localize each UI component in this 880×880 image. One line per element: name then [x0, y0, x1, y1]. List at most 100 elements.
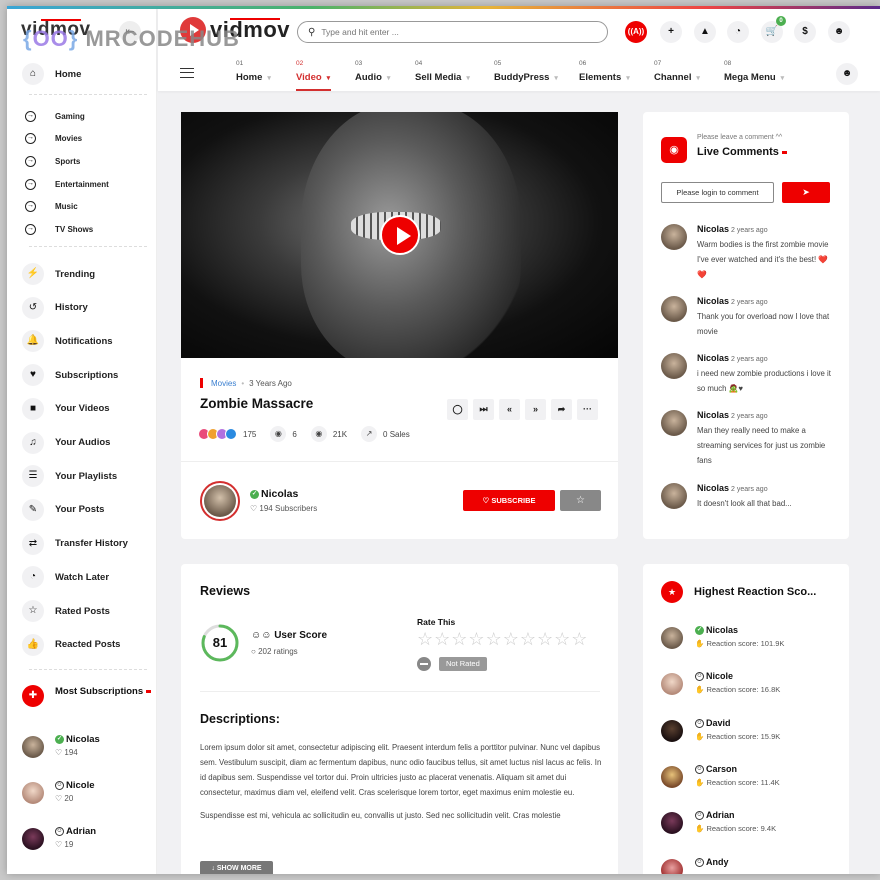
avatar[interactable] — [661, 410, 687, 436]
more-options-icon[interactable]: ··· — [577, 399, 598, 420]
sidebar-item-home[interactable]: ⌂ Home — [22, 62, 81, 86]
sidebar-item-label: Your Videos — [55, 403, 110, 415]
rating-star[interactable]: ☆ — [417, 630, 433, 648]
sidebar-category-item[interactable]: → Entertainment — [25, 177, 109, 191]
avatar[interactable] — [22, 828, 44, 850]
category-link[interactable]: Movies — [211, 379, 236, 388]
search-bar[interactable]: ⚲ — [297, 21, 608, 43]
play-button[interactable] — [380, 215, 420, 255]
nav-item-video[interactable]: 02 Video — [296, 60, 332, 91]
sidebar-item[interactable]: ✎ Your Posts — [22, 498, 104, 522]
rating-stars[interactable]: ☆ ☆ ☆ ☆ ☆ ☆ ☆ ☆ ☆ ☆ — [417, 630, 587, 648]
rating-star[interactable]: ☆ — [434, 630, 450, 648]
rating-star[interactable]: ☆ — [571, 630, 587, 648]
next-video-icon[interactable]: ⏭ — [473, 399, 494, 420]
nav-item-buddypress[interactable]: 05 BuddyPress — [494, 60, 558, 90]
sidebar-item[interactable]: 👍 Reacted Posts — [22, 633, 120, 657]
avatar[interactable] — [661, 296, 687, 322]
reaction-leader-item[interactable]: ☺ David ✋ Reaction score: 15.9K — [661, 718, 831, 748]
sidebar-item[interactable]: ↺ History — [22, 296, 88, 320]
user-settings-icon[interactable]: ☻ — [828, 21, 850, 43]
channel-name[interactable]: ✓ Nicolas — [250, 488, 298, 500]
lightbulb-icon[interactable]: ◯ — [447, 399, 468, 420]
avatar[interactable] — [661, 719, 683, 742]
reaction-leader-item[interactable]: ☺ Nicole ✋ Reaction score: 16.8K — [661, 671, 831, 701]
cart-icon[interactable]: 🛒 0 — [761, 16, 786, 43]
most-subscribed-user[interactable]: ✓ Nicolas ♡ 194 — [22, 734, 100, 766]
reaction-leader-item[interactable]: ✓ Nicolas ✋ Reaction score: 101.9K — [661, 625, 831, 655]
dollar-icon[interactable]: $ — [794, 21, 816, 43]
sidebar-category-item[interactable]: → TV Shows — [25, 223, 93, 237]
avatar[interactable] — [661, 765, 683, 788]
reaction-leader-item[interactable]: ☺ Andy — [661, 857, 831, 874]
avatar[interactable] — [661, 627, 683, 649]
comment-author[interactable]: Nicolas — [697, 483, 729, 493]
rating-star[interactable]: ☆ — [486, 630, 502, 648]
most-subscribed-user[interactable]: ☺ Adrian ♡ 19 — [22, 826, 96, 858]
sidebar-category-item[interactable]: → Music — [25, 200, 78, 214]
comment-author[interactable]: Nicolas — [697, 410, 729, 420]
sidebar-category-item[interactable]: → Movies — [25, 132, 82, 146]
rating-star[interactable]: ☆ — [537, 630, 553, 648]
video-player[interactable] — [181, 112, 618, 358]
show-more-button[interactable]: ↓ SHOW MORE — [200, 861, 273, 874]
reaction-icons[interactable] — [198, 428, 237, 440]
avatar[interactable] — [661, 353, 687, 379]
avatar[interactable] — [661, 673, 683, 696]
live-broadcast-button[interactable]: ((A)) — [625, 21, 647, 43]
reaction-leader-item[interactable]: ☺ Adrian ✋ Reaction score: 9.4K — [661, 810, 831, 840]
next-icon[interactable]: » — [525, 399, 546, 420]
clear-rating-icon[interactable] — [417, 657, 431, 671]
sidebar-item[interactable]: ☆ Rated Posts — [22, 599, 110, 623]
nav-item-sell-media[interactable]: 04 Sell Media — [415, 60, 470, 90]
sidebar-item[interactable]: ◔ Watch Later — [22, 565, 109, 589]
watch-later-clock-icon[interactable]: ◔ — [727, 21, 749, 43]
most-subscribed-user[interactable]: ☺ Nicole ♡ 20 — [22, 780, 95, 812]
comment-author[interactable]: Nicolas — [697, 296, 729, 306]
rating-star[interactable]: ☆ — [503, 630, 519, 648]
nav-item-audio[interactable]: 03 Audio — [355, 60, 390, 90]
nav-item-mega-menu[interactable]: 08 Mega Menu — [724, 60, 784, 90]
search-input[interactable] — [321, 27, 582, 37]
sidebar-item[interactable]: 🔔 Notifications — [22, 329, 113, 353]
share-icon[interactable]: ➦ — [551, 399, 572, 420]
search-icon: ⚲ — [308, 26, 316, 38]
sidebar-item[interactable]: ⇄ Transfer History — [22, 532, 128, 556]
sidebar-item[interactable]: ⚡ Trending — [22, 262, 95, 286]
avatar[interactable] — [22, 782, 44, 804]
channel-avatar[interactable] — [200, 481, 240, 521]
comment-author[interactable]: Nicolas — [697, 224, 729, 234]
nav-item-elements[interactable]: 06 Elements — [579, 60, 630, 90]
arrow-right-circle-icon: → — [25, 201, 36, 213]
rating-star[interactable]: ☆ — [554, 630, 570, 648]
send-comment-button[interactable]: ➤ — [782, 182, 830, 203]
previous-icon[interactable]: « — [499, 399, 520, 420]
subscribe-button[interactable]: ♡ SUBSCRIBE — [463, 490, 555, 511]
app-window: vidmov ⇤ ⌂ Home → Gaming → Movies → Spor… — [7, 6, 880, 874]
sidebar-item[interactable]: ☰ Your Playlists — [22, 464, 117, 488]
rating-star[interactable]: ☆ — [451, 630, 467, 648]
sidebar-item[interactable]: ♫ Your Audios — [22, 431, 110, 455]
login-to-comment-button[interactable]: Please login to comment — [661, 182, 774, 203]
favorite-star-button[interactable]: ☆ — [560, 490, 601, 511]
sidebar-item[interactable]: ♥ Subscriptions — [22, 363, 118, 387]
sidebar-item[interactable]: ■ Your Videos — [22, 397, 110, 421]
nav-item-channel[interactable]: 07 Channel — [654, 60, 700, 90]
avatar[interactable] — [661, 858, 683, 874]
hamburger-menu-icon[interactable] — [180, 68, 194, 78]
rating-star[interactable]: ☆ — [520, 630, 536, 648]
most-subscriptions-header: ✚ Most Subscriptions — [22, 685, 152, 707]
avatar[interactable] — [661, 483, 687, 509]
comment-author[interactable]: Nicolas — [697, 353, 729, 363]
avatar[interactable] — [661, 812, 683, 835]
nav-item-home[interactable]: 01 Home — [236, 60, 271, 90]
add-button[interactable]: + — [660, 21, 682, 43]
user-account-icon[interactable]: ☻ — [836, 63, 858, 85]
notifications-bell-icon[interactable]: ▲ — [694, 21, 716, 43]
sidebar-category-item[interactable]: → Gaming — [25, 109, 85, 123]
avatar[interactable] — [22, 736, 44, 758]
sidebar-category-item[interactable]: → Sports — [25, 154, 80, 168]
avatar[interactable] — [661, 224, 687, 250]
rating-star[interactable]: ☆ — [468, 630, 484, 648]
reaction-leader-item[interactable]: ☺ Carson ✋ Reaction score: 11.4K — [661, 764, 831, 794]
